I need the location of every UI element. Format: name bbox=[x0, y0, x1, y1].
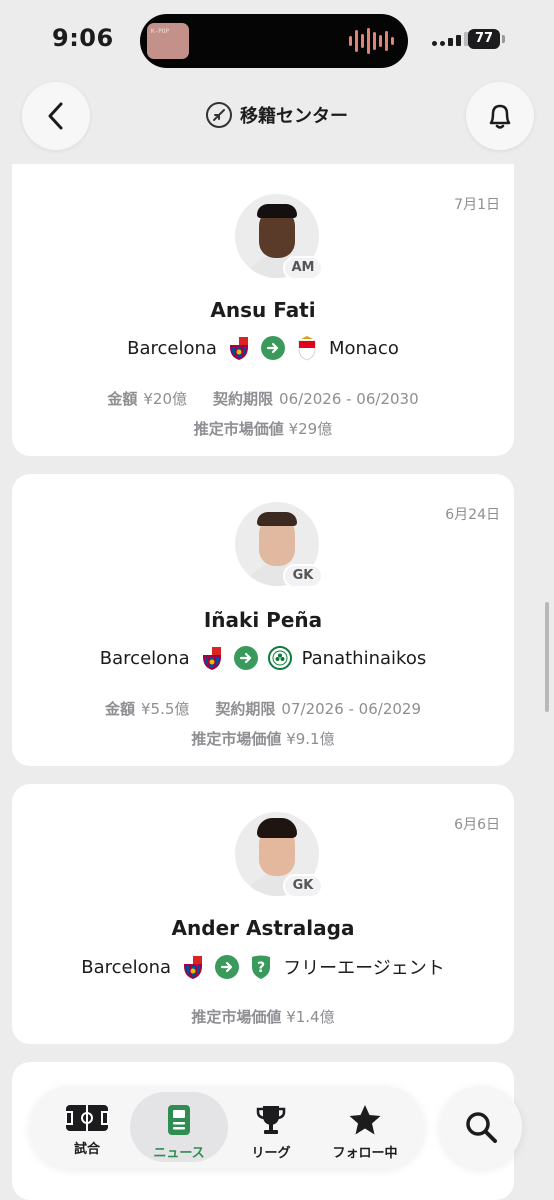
contract-value: 06/2026 - 06/2030 bbox=[279, 390, 419, 408]
from-club: Barcelona bbox=[99, 647, 190, 669]
market-value-row: 推定市場価値 ¥1.4億 bbox=[12, 1006, 514, 1027]
signal-icon bbox=[432, 32, 469, 46]
bell-icon bbox=[489, 104, 511, 129]
transfer-date: 7月1日 bbox=[454, 197, 500, 213]
star-icon bbox=[349, 1105, 381, 1135]
to-club: Panathinaikos bbox=[301, 647, 427, 669]
to-club: フリーエージェント bbox=[283, 958, 445, 979]
audio-waveform-icon bbox=[349, 28, 394, 54]
now-playing-artwork: K-POP bbox=[147, 23, 189, 59]
monaco-crest-icon bbox=[295, 336, 319, 361]
transfer-icon bbox=[206, 102, 232, 128]
player-avatar: AM bbox=[235, 194, 323, 280]
status-time: 9:06 bbox=[52, 24, 114, 52]
contract-value: 07/2026 - 06/2029 bbox=[281, 700, 421, 718]
search-icon bbox=[466, 1112, 497, 1143]
tab-label: リーグ bbox=[251, 1146, 291, 1161]
player-name: Ansu Fati bbox=[210, 298, 316, 322]
position-badge: AM bbox=[283, 256, 323, 280]
tab-leagues[interactable]: リーグ bbox=[222, 1092, 320, 1162]
status-bar: 9:06 K-POP 77 bbox=[0, 0, 554, 82]
news-icon bbox=[168, 1105, 190, 1135]
artwork-label: K-POP bbox=[151, 28, 170, 35]
position-badge: GK bbox=[283, 564, 323, 588]
scroll-indicator[interactable] bbox=[545, 602, 549, 712]
player-avatar: GK bbox=[235, 812, 323, 898]
market-value-label: 推定市場価値 bbox=[191, 730, 282, 748]
search-button[interactable] bbox=[440, 1086, 522, 1168]
barcelona-crest-icon bbox=[227, 336, 251, 360]
fee-label: 金額 bbox=[107, 390, 138, 408]
fee-label: 金額 bbox=[104, 700, 135, 718]
app-header: 移籍センター bbox=[0, 82, 554, 160]
position-badge: GK bbox=[283, 874, 323, 898]
unknown-shield-icon: ? bbox=[249, 955, 273, 979]
market-value-row: 推定市場価値 ¥9.1億 bbox=[12, 728, 514, 749]
player-avatar: GK bbox=[235, 502, 323, 588]
tab-label: ニュース bbox=[153, 1146, 205, 1161]
notifications-button[interactable] bbox=[466, 82, 534, 150]
transfer-card[interactable]: 7月1日 AM Ansu Fati Barcelona Monaco 金額 ¥20… bbox=[12, 164, 514, 456]
transfer-clubs: Barcelona Monaco bbox=[12, 336, 514, 361]
arrow-right-icon bbox=[260, 336, 285, 360]
market-value: ¥1.4億 bbox=[286, 1008, 335, 1026]
tab-news[interactable]: ニュース bbox=[130, 1092, 228, 1162]
contract-label: 契約期限 bbox=[215, 700, 276, 718]
page-title-text: 移籍センター bbox=[240, 106, 348, 127]
tab-following[interactable]: フォロー中 bbox=[316, 1092, 414, 1162]
panathinaikos-crest-icon bbox=[267, 646, 292, 670]
player-name: Ander Astralaga bbox=[171, 916, 355, 940]
svg-text:?: ? bbox=[257, 960, 265, 976]
transfer-clubs: Barcelona ? フリーエージェント bbox=[12, 954, 514, 980]
tab-label: フォロー中 bbox=[332, 1146, 398, 1161]
fee-value: ¥20億 bbox=[143, 390, 188, 408]
battery-icon: 77 bbox=[468, 29, 500, 49]
pitch-icon bbox=[65, 1105, 109, 1131]
arrow-right-icon bbox=[233, 646, 258, 670]
battery-nub bbox=[502, 35, 505, 43]
market-value: ¥9.1億 bbox=[286, 730, 335, 748]
transfer-card[interactable]: 6月24日 GK Iñaki Peña Barcelona Panathinai… bbox=[12, 474, 514, 766]
transfer-date: 6月6日 bbox=[454, 817, 500, 833]
transfer-date: 6月24日 bbox=[445, 507, 500, 523]
transfer-clubs: Barcelona Panathinaikos bbox=[12, 646, 514, 670]
arrow-right-icon bbox=[215, 955, 240, 979]
market-value-label: 推定市場価値 bbox=[193, 420, 284, 438]
barcelona-crest-icon bbox=[181, 955, 205, 979]
trophy-icon bbox=[256, 1106, 286, 1134]
from-club: Barcelona bbox=[81, 956, 172, 978]
contract-label: 契約期限 bbox=[213, 390, 274, 408]
tab-label: 試合 bbox=[73, 1142, 100, 1157]
transfer-details: 金額 ¥20億 契約期限 06/2026 - 06/2030 bbox=[12, 388, 514, 409]
transfer-details: 金額 ¥5.5億 契約期限 07/2026 - 06/2029 bbox=[12, 698, 514, 719]
market-value: ¥29億 bbox=[288, 420, 333, 438]
market-value-row: 推定市場価値 ¥29億 bbox=[12, 418, 514, 439]
dynamic-island[interactable]: K-POP bbox=[140, 14, 408, 68]
player-name: Iñaki Peña bbox=[203, 608, 323, 632]
from-club: Barcelona bbox=[127, 337, 217, 359]
barcelona-crest-icon bbox=[200, 646, 224, 670]
transfer-card[interactable]: 6月6日 GK Ander Astralaga Barcelona ? フリーエ… bbox=[12, 784, 514, 1044]
fee-value: ¥5.5億 bbox=[141, 700, 190, 718]
to-club: Monaco bbox=[328, 337, 399, 359]
tab-matches[interactable]: 試合 bbox=[38, 1092, 136, 1162]
bottom-tab-bar: 試合 ニュース リーグ フォロー中 bbox=[30, 1086, 424, 1168]
market-value-label: 推定市場価値 bbox=[191, 1008, 282, 1026]
